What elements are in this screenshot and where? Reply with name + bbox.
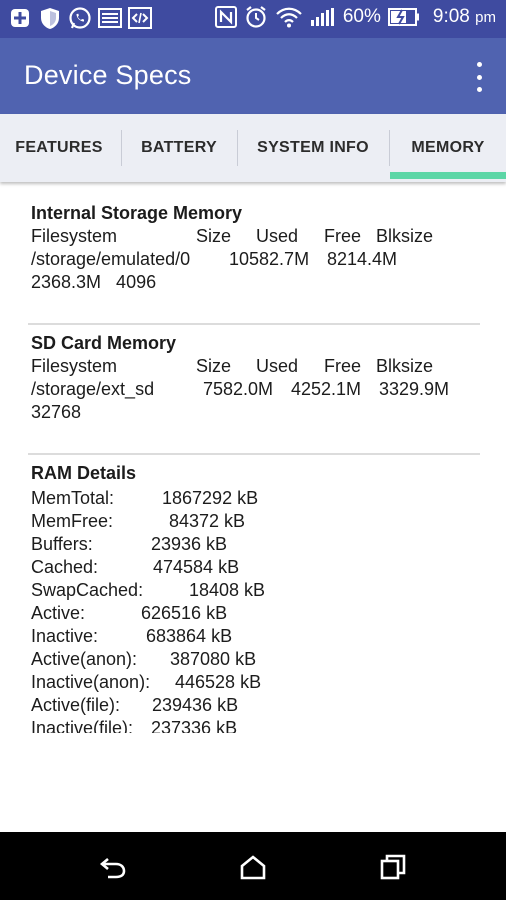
sd-card-free: 3329.9M	[379, 379, 450, 399]
ram-value: 239436 kB	[152, 695, 239, 715]
header-blksize: Blksize	[376, 356, 434, 376]
internal-storage-header-row: Filesystem Size Used Free Blksize	[31, 225, 481, 248]
header-used: Used	[256, 356, 299, 376]
code-icon	[128, 6, 152, 30]
internal-storage-title: Internal Storage Memory	[31, 203, 243, 223]
header-size: Size	[196, 226, 232, 246]
ram-value: 237336 kB	[151, 718, 238, 733]
ram-value: 387080 kB	[170, 649, 257, 669]
internal-storage-used: 8214.4M	[327, 249, 398, 269]
internal-storage-section: Internal Storage Memory Filesystem Size …	[31, 202, 481, 294]
ram-details-title: RAM Details	[31, 463, 137, 483]
shield-icon	[38, 6, 62, 30]
sd-card-value-row: /storage/ext_sd 7582.0M 4252.1M 3329.9M	[31, 378, 481, 401]
clock-time: 9:08	[432, 6, 470, 27]
home-icon[interactable]	[236, 850, 270, 884]
ram-row: SwapCached: 18408 kB	[31, 579, 481, 602]
sd-card-path: /storage/ext_sd	[31, 379, 155, 399]
back-icon[interactable]	[96, 850, 130, 884]
section-divider	[28, 323, 480, 325]
ram-row: Inactive(anon): 446528 kB	[31, 671, 481, 694]
battery-charging-icon	[387, 8, 420, 26]
tab-selected-indicator	[390, 172, 506, 179]
header-size: Size	[196, 356, 232, 376]
sd-card-header-row: Filesystem Size Used Free Blksize	[31, 355, 481, 378]
header-free: Free	[324, 356, 362, 376]
battery-percent: 60%	[342, 6, 381, 27]
ram-key: Cached:	[31, 557, 99, 577]
tab-features[interactable]: FEATURES	[0, 114, 118, 182]
tab-system-info[interactable]: SYSTEM INFO	[238, 114, 388, 182]
image-icon	[98, 6, 122, 30]
nfc-icon	[214, 6, 237, 28]
whatsapp-icon	[68, 6, 92, 30]
ram-value: 1867292 kB	[162, 488, 259, 508]
app-bar: Device Specs	[0, 38, 506, 114]
ram-key: MemFree:	[31, 511, 114, 531]
header-free: Free	[324, 226, 362, 246]
app-title: Device Specs	[24, 60, 192, 90]
header-filesystem: Filesystem	[31, 226, 118, 246]
ram-row: MemFree: 84372 kB	[31, 510, 481, 533]
notification-icons	[8, 6, 152, 30]
ram-details-section: RAM Details MemTotal: 1867292 kB MemFree:…	[31, 462, 481, 733]
section-divider	[28, 453, 480, 455]
internal-storage-path: /storage/emulated/0	[31, 249, 191, 269]
internal-storage-size: 10582.7M	[229, 249, 310, 269]
wifi-icon	[275, 6, 303, 28]
ram-key: Inactive(file):	[31, 718, 134, 733]
ram-row: Active(anon): 387080 kB	[31, 648, 481, 671]
ram-value: 446528 kB	[175, 672, 262, 692]
navigation-bar	[0, 832, 506, 900]
ram-value: 683864 kB	[146, 626, 233, 646]
ram-value: 23936 kB	[151, 534, 228, 554]
sd-card-wrap-row: 32768	[31, 402, 82, 422]
ram-key: Inactive(anon):	[31, 672, 151, 692]
internal-storage-value-row: /storage/emulated/0 10582.7M 8214.4M	[31, 248, 481, 271]
header-blksize: Blksize	[376, 226, 434, 246]
sd-card-size: 7582.0M	[203, 379, 274, 399]
ram-details-list: MemTotal: 1867292 kB MemFree: 84372 kB Buf…	[31, 487, 481, 733]
clock: 9:08 pm	[433, 6, 496, 28]
ram-value: 474584 kB	[153, 557, 240, 577]
ram-row: Active: 626516 kB	[31, 602, 481, 625]
ram-row: MemTotal: 1867292 kB	[31, 487, 481, 510]
ram-row: Active(file): 239436 kB	[31, 694, 481, 717]
ram-key: Buffers:	[31, 534, 93, 554]
sd-card-used: 4252.1M	[291, 379, 362, 399]
recents-icon[interactable]	[376, 850, 410, 884]
ram-key: Active:	[31, 603, 86, 623]
add-icon	[8, 6, 32, 30]
tab-battery[interactable]: BATTERY	[122, 114, 236, 182]
header-used: Used	[256, 226, 299, 246]
status-bar: 60% 9:08 pm	[0, 0, 506, 38]
ram-value: 84372 kB	[169, 511, 246, 531]
ram-key: SwapCached:	[31, 580, 144, 600]
internal-storage-wrap-row: 2368.3M 4096	[31, 272, 157, 292]
ram-key: Active(anon):	[31, 649, 138, 669]
sd-card-title: SD Card Memory	[31, 333, 177, 353]
more-vert-icon[interactable]	[472, 62, 486, 92]
ram-row: Inactive(file): 237336 kB	[31, 717, 481, 733]
ram-row: Buffers: 23936 kB	[31, 533, 481, 556]
sd-card-section: SD Card Memory Filesystem Size Used Free…	[31, 332, 481, 424]
signal-icon	[310, 7, 336, 27]
system-status-icons: 60% 9:08 pm	[214, 5, 496, 29]
ram-value: 18408 kB	[189, 580, 266, 600]
header-filesystem: Filesystem	[31, 356, 118, 376]
ram-key: Inactive:	[31, 626, 99, 646]
ram-value: 626516 kB	[141, 603, 228, 623]
alarm-icon	[244, 5, 268, 29]
ram-key: Active(file):	[31, 695, 121, 715]
clock-suffix: pm	[475, 9, 496, 26]
ram-row: Inactive: 683864 kB	[31, 625, 481, 648]
ram-row: Cached: 474584 kB	[31, 556, 481, 579]
ram-key: MemTotal:	[31, 488, 115, 508]
memory-content[interactable]: Internal Storage Memory Filesystem Size …	[0, 182, 506, 733]
